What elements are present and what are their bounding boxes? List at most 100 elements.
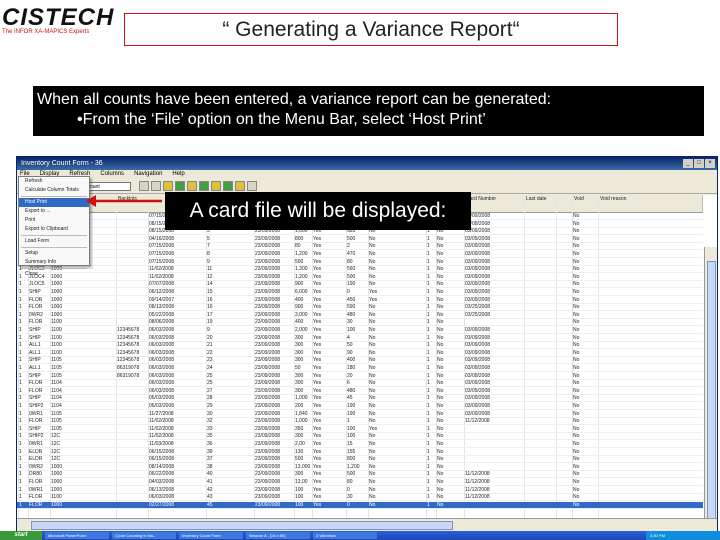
table-cell: 28 bbox=[207, 395, 213, 402]
table-row[interactable]: 1 SHIP 1100 12345678 06/03/2008 9 23/09/2008 2,… bbox=[17, 327, 703, 334]
table-cell: 1000 bbox=[51, 471, 63, 478]
table-row[interactable]: 1 0WR1 12C 11/03/2008 36 23/09/2008 2,00 Yes 15 N… bbox=[17, 441, 703, 448]
table-row[interactable]: 1 ALL1 1100 12345678 06/03/2008 21 23/09/2008 3… bbox=[17, 342, 703, 350]
table-row[interactable]: 1 ALL1 1105 86319078 06/03/2008 24 23/09/2008 5… bbox=[17, 365, 703, 372]
table-cell: 23/09/2008 bbox=[255, 425, 281, 432]
column-header[interactable] bbox=[557, 195, 573, 213]
toolbar-button-print[interactable] bbox=[175, 181, 185, 191]
table-row[interactable]: 1 SHIP2 12C 11/02/2008 35 23/09/2008 300 Yes 100… bbox=[17, 433, 703, 441]
horizontal-scrollbar[interactable] bbox=[17, 518, 717, 531]
file-menu-item[interactable]: Setup bbox=[19, 249, 89, 258]
toolbar-button-refresh[interactable] bbox=[199, 181, 209, 191]
vertical-scrollbar[interactable] bbox=[704, 247, 717, 531]
table-row[interactable]: 1 ALL1 1100 12345678 06/03/2008 22 23/09/2008 3… bbox=[17, 350, 703, 357]
taskbar-item[interactable]: Cycle Counting in Ma... bbox=[112, 532, 176, 539]
table-row[interactable]: 1 FLOR 1000 09/14/2007 16 23/09/2008 400 Yes 450… bbox=[17, 297, 703, 304]
taskbar-item[interactable]: Inventory Count Form bbox=[179, 532, 243, 539]
table-row[interactable]: 1 FLOR 1100 08/06/2008 19 23/09/2008 400 Yes 30 N… bbox=[17, 319, 703, 327]
table-row[interactable]: 1 JLOC2 1000 11/02/2008 11 23/09/2008 1,300 Yes… bbox=[17, 266, 703, 274]
file-menu-item[interactable]: Print bbox=[19, 216, 89, 225]
table-row[interactable]: 1 0WR2 1000 08/14/2008 38 23/09/2008 13,000 Yes… bbox=[17, 464, 703, 471]
minimize-button[interactable]: _ bbox=[683, 159, 693, 168]
table-cell: 23/09/2008 bbox=[255, 357, 281, 364]
column-header[interactable]: Card Number bbox=[465, 195, 525, 213]
table-row[interactable]: 1 0WR1 1105 11/27/2008 30 23/09/2008 1,840 Yes 1… bbox=[17, 411, 703, 418]
table-cell: 1 bbox=[427, 304, 430, 311]
file-menu-item[interactable]: Export to ... bbox=[19, 207, 89, 216]
close-button[interactable]: × bbox=[705, 159, 715, 168]
file-menu-item[interactable]: Host Print bbox=[19, 198, 89, 207]
table-row[interactable]: 1 SHIP 1105 12345678 06/03/2008 23 23/09/2008 3… bbox=[17, 357, 703, 365]
table-row[interactable]: 1 SHIP 1104 06/03/2008 28 23/09/2008 1,000 Yes 4… bbox=[17, 395, 703, 403]
table-row[interactable]: 1 SHIP 1100 12345678 06/03/2008 20 23/09/2008 3… bbox=[17, 335, 703, 342]
menu-help[interactable]: Help bbox=[172, 170, 184, 179]
file-menu-item[interactable]: Summary Info bbox=[19, 258, 89, 267]
file-menu-item[interactable]: Calculate Column Totals bbox=[19, 186, 89, 195]
table-row[interactable]: 1 SHIP 1105 86319078 06/03/2008 25 23/09/2008 3… bbox=[17, 373, 703, 380]
toolbar-button-sort[interactable] bbox=[223, 181, 233, 191]
table-row[interactable]: 1 FLOR 1000 04/03/2008 41 23/09/2008 13,00 Yes 8… bbox=[17, 479, 703, 486]
table-cell: 1 bbox=[19, 441, 22, 447]
banner-line-2: •From the ‘File’ option on the Menu Bar,… bbox=[77, 111, 486, 128]
toolbar-button-folder[interactable] bbox=[187, 181, 197, 191]
table-cell: 06/03/2008 bbox=[149, 395, 175, 402]
table-row[interactable]: 1 FLOR 1000 02/27/2008 45 23/09/2008 100 Yes 0 No… bbox=[17, 501, 703, 509]
menu-columns[interactable]: Columns bbox=[100, 170, 124, 179]
toolbar-button-filter[interactable] bbox=[211, 181, 221, 191]
table-row[interactable]: 1 JLOC5 1000 07/07/2008 14 23/09/2008 900 Yes 19… bbox=[17, 281, 703, 289]
file-menu-item[interactable]: Close bbox=[19, 270, 89, 279]
file-menu-item[interactable]: Refresh bbox=[19, 177, 89, 186]
table-cell: No bbox=[437, 251, 444, 257]
table-row[interactable]: 1 FLOR 1100 06/03/2008 43 23/09/2008 100 Yes 30 N… bbox=[17, 494, 703, 502]
table-row[interactable]: 1ELDR100007/15/2008823/09/20081,200Yes47… bbox=[17, 251, 703, 258]
taskbar-item[interactable]: Microsoft PowerPoint bbox=[45, 532, 109, 539]
taskbar-item[interactable]: Session A - [24 x 80] bbox=[246, 532, 310, 539]
file-menu-item[interactable]: Export to Clipboard bbox=[19, 225, 89, 234]
maximize-button[interactable]: □ bbox=[694, 159, 704, 168]
table-row[interactable]: 1 FLOR 1104 06/03/2008 25 23/09/2008 300 Yes 6 No… bbox=[17, 380, 703, 388]
table-row[interactable]: 1 0WR1 1000 06/13/2008 42 23/09/2008 100 Yes 0 No… bbox=[17, 487, 703, 494]
table-row[interactable]: 1 DR80 1000 06/22/2008 40 23/09/2008 300 Yes 500… bbox=[17, 471, 703, 479]
table-row[interactable]: 1ELDR100007/15/2008923/09/2008500Yes80No… bbox=[17, 259, 703, 266]
table-row[interactable]: 1 FLOR 1105 11/02/2008 32 23/09/2008 1,000 Yes 1… bbox=[17, 418, 703, 426]
table-row[interactable]: 1 ELDR 12C 06/15/2008 39 23/09/2008 130 Yes 155 N… bbox=[17, 449, 703, 456]
table-row[interactable]: 1 SHIP 1000 06/12/2008 15 23/09/2008 6,000 Yes 0… bbox=[17, 289, 703, 296]
table-row[interactable]: 1 FLOR 1000 08/13/2008 16 23/09/2008 900 Yes 590… bbox=[17, 304, 703, 312]
view-combo[interactable]: ount bbox=[87, 181, 131, 191]
table-cell: 100 bbox=[347, 425, 356, 432]
table-cell: 23/09/2008 bbox=[255, 365, 281, 371]
table-row[interactable]: 1 SHIP2 1104 06/03/2008 29 23/09/2008 200 Yes 19… bbox=[17, 403, 703, 410]
table-row[interactable]: 1ELDR100007/15/2008723/09/200880Yes2No1N… bbox=[17, 243, 703, 251]
column-header[interactable]: Last date bbox=[525, 195, 557, 213]
toolbar-button-help[interactable] bbox=[247, 181, 257, 191]
toolbar-button-save[interactable] bbox=[163, 181, 173, 191]
column-header[interactable]: Void reason bbox=[599, 195, 703, 213]
table-cell: 12C bbox=[51, 441, 61, 447]
vertical-scroll-thumb[interactable] bbox=[707, 261, 716, 531]
table-cell: 3,000 bbox=[295, 311, 308, 318]
table-row[interactable]: 1 SHIP 1105 11/02/2008 33 23/09/2008 350 Yes 100… bbox=[17, 426, 703, 433]
toolbar-button-open[interactable] bbox=[151, 181, 161, 191]
start-button[interactable]: start bbox=[0, 531, 42, 540]
file-menu-item[interactable]: Load Form bbox=[19, 237, 89, 246]
toolbar-button-new[interactable] bbox=[139, 181, 149, 191]
table-cell: 1 bbox=[427, 418, 430, 425]
table-row[interactable]: 1ELDR100004/16/2008523/09/2008800Yes500N… bbox=[17, 236, 703, 243]
table-cell: 09/14/2007 bbox=[149, 296, 175, 303]
table-cell: No bbox=[573, 463, 580, 470]
table-cell bbox=[557, 259, 573, 265]
toolbar-button-export[interactable] bbox=[235, 181, 245, 191]
table-cell bbox=[599, 266, 639, 272]
table-cell: 03/09/2008 bbox=[465, 296, 491, 303]
taskbar-item[interactable]: 3 Windows bbox=[313, 532, 377, 539]
table-cell: 06/03/2008 bbox=[149, 372, 175, 379]
table-row[interactable]: 1 FLOR 1104 06/03/2008 27 23/09/2008 300 Yes 480… bbox=[17, 388, 703, 395]
horizontal-scroll-thumb[interactable] bbox=[31, 521, 453, 530]
menu-navigation[interactable]: Navigation bbox=[134, 170, 162, 179]
table-row[interactable]: 1 JLOC4 1000 11/02/2008 12 23/09/2008 1,200 Yes… bbox=[17, 274, 703, 281]
table-cell: 2 bbox=[347, 243, 350, 250]
table-row[interactable]: 1 ELDR 12C 06/15/2008 37 23/09/2008 500 Yes 800 N… bbox=[17, 456, 703, 464]
column-header[interactable]: Void bbox=[573, 195, 599, 213]
table-row[interactable]: 1 0WR2 1000 05/22/2008 17 23/09/2008 3,000 Yes 4… bbox=[17, 312, 703, 319]
table-cell: No bbox=[573, 387, 580, 394]
